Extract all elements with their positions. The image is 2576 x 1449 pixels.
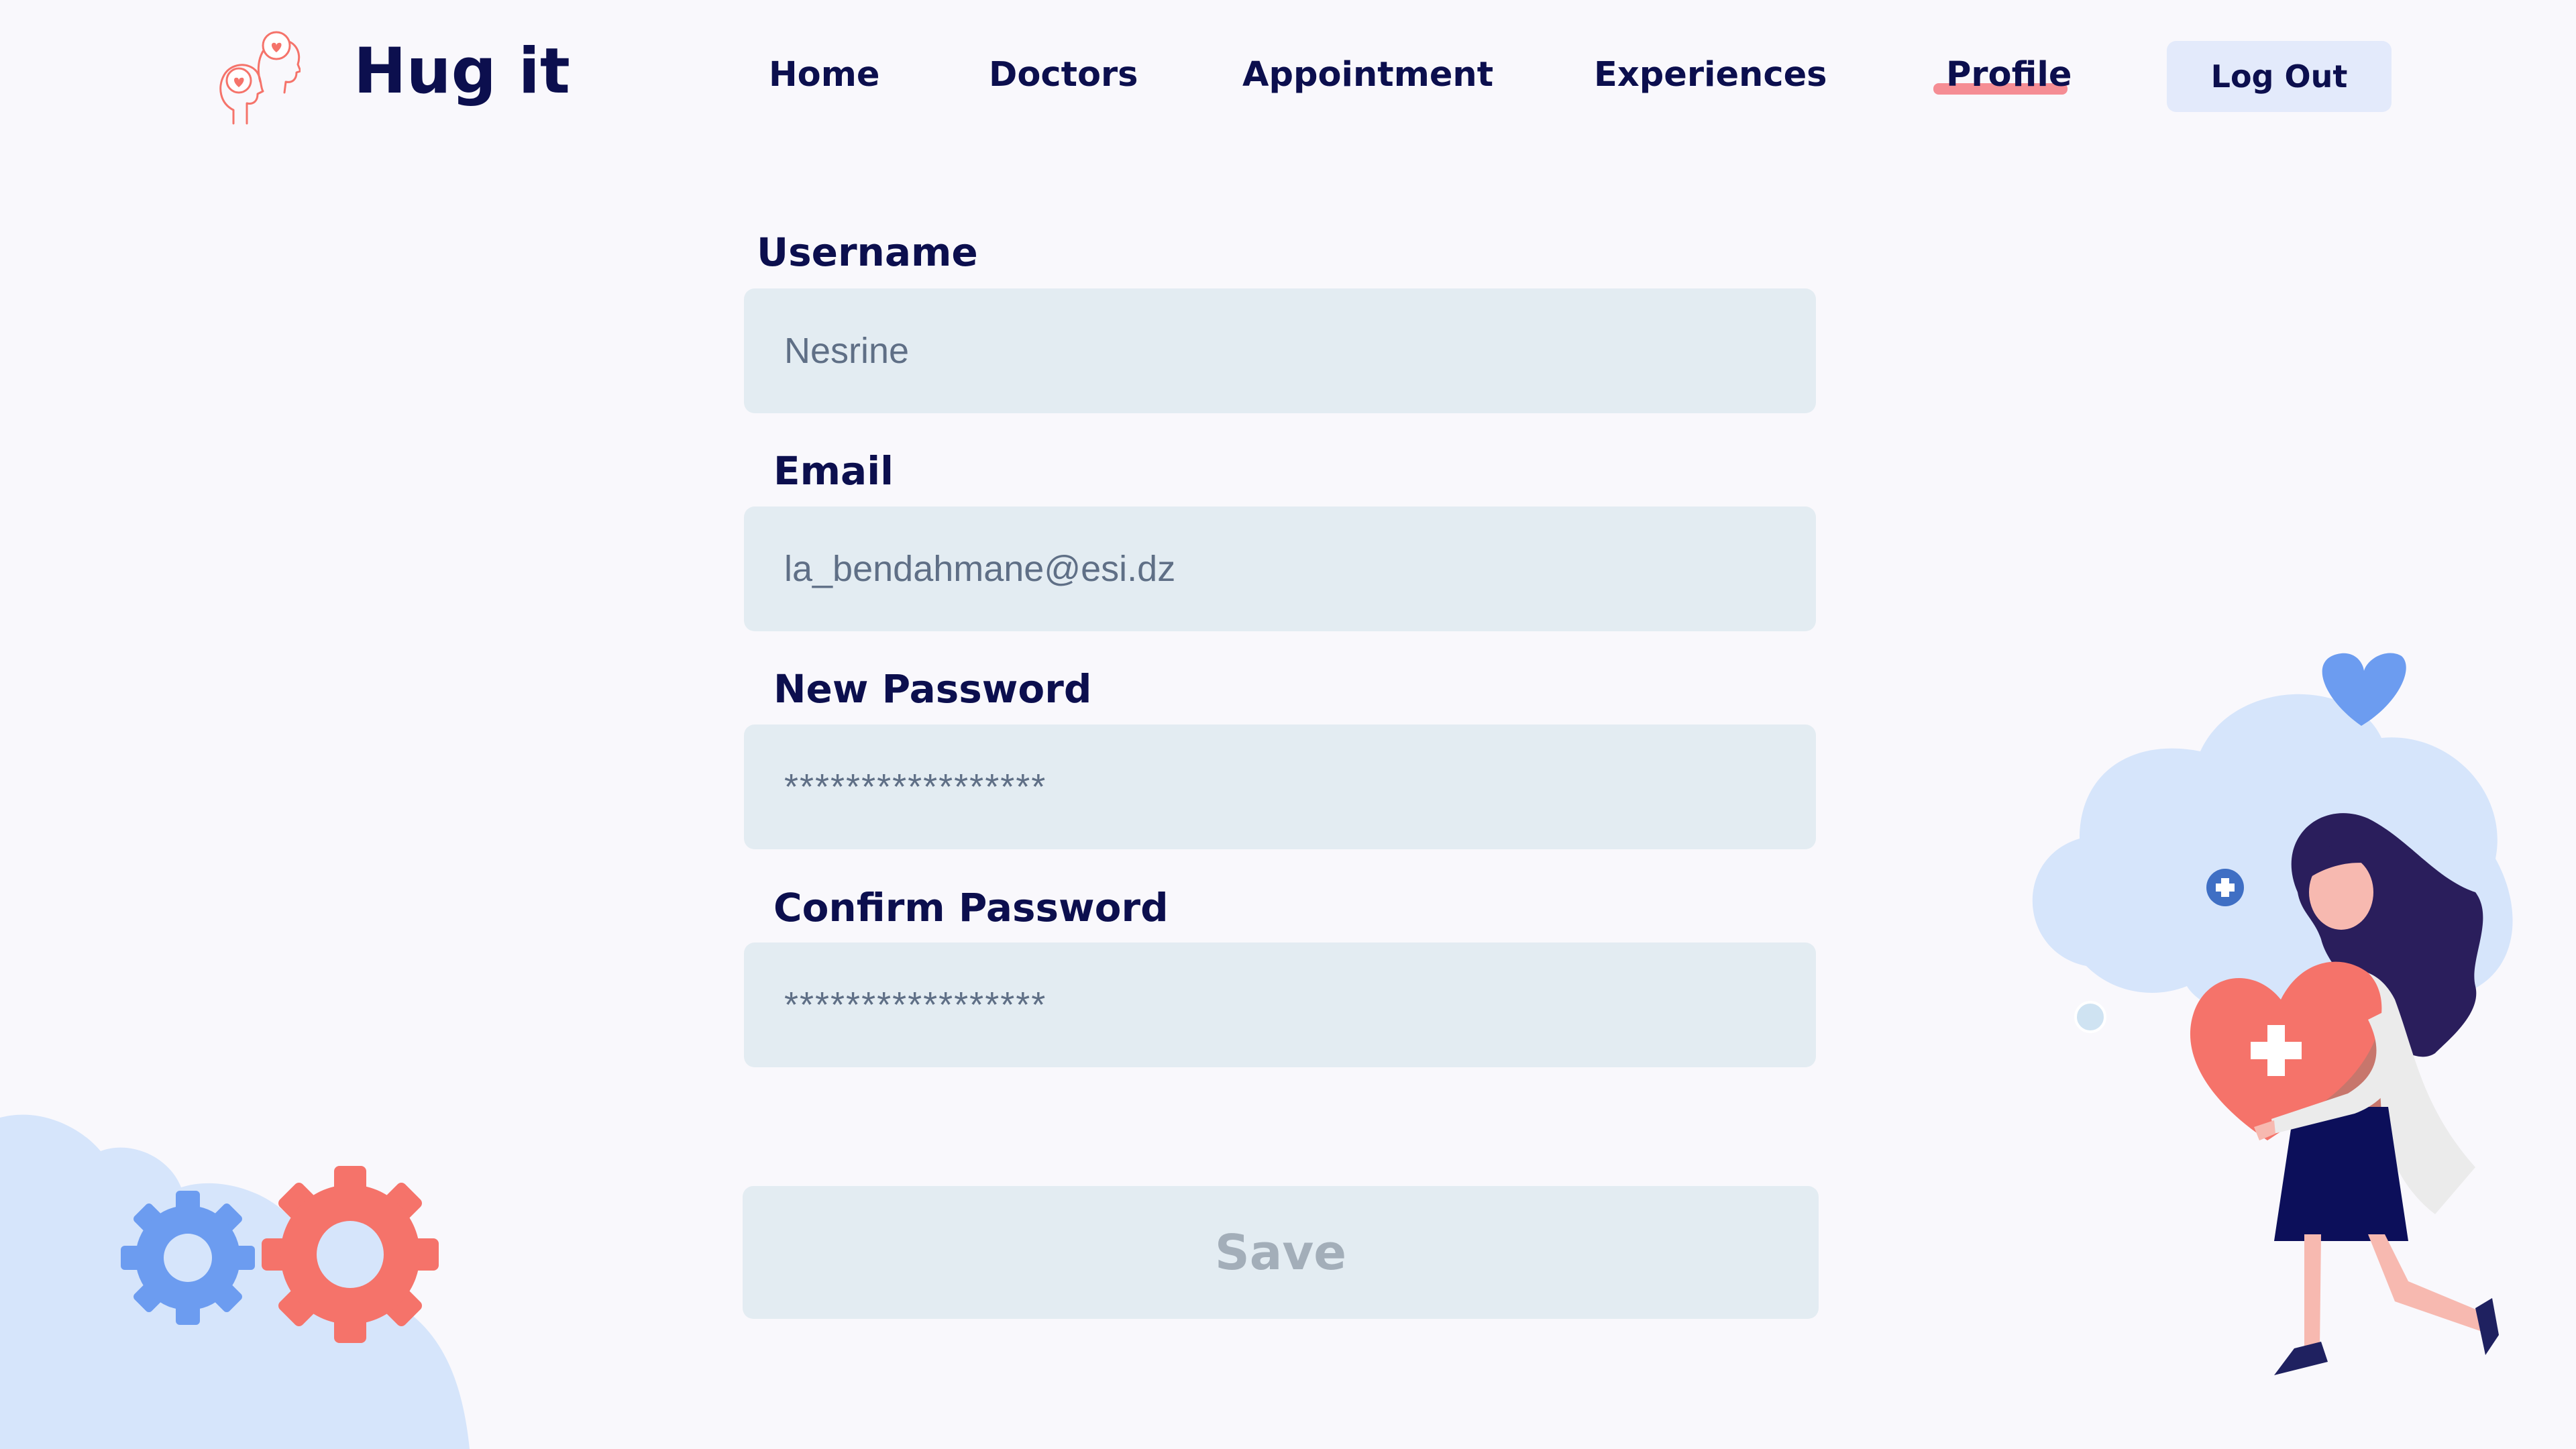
nav-appointment[interactable]: Appointment bbox=[1242, 48, 1493, 102]
confirm-password-label: Confirm Password bbox=[773, 885, 1169, 930]
confirm-password-field[interactable] bbox=[744, 943, 1816, 1067]
gears-illustration bbox=[0, 1114, 470, 1449]
nav-home[interactable]: Home bbox=[769, 48, 879, 102]
username-label: Username bbox=[757, 229, 978, 275]
email-label: Email bbox=[773, 448, 894, 494]
coral-gear-icon bbox=[262, 1166, 439, 1343]
doctor-holding-heart-illustration bbox=[2032, 653, 2513, 1375]
profile-page: Hug it Home Doctors Appointment Experien… bbox=[0, 0, 2576, 1449]
brand-title[interactable]: Hug it bbox=[354, 28, 570, 115]
flower-icon bbox=[2074, 1001, 2106, 1033]
email-field[interactable] bbox=[744, 506, 1816, 631]
plus-circle-icon bbox=[2206, 869, 2244, 906]
new-password-label: New Password bbox=[773, 666, 1092, 712]
save-button[interactable]: Save bbox=[743, 1186, 1819, 1319]
nav-profile[interactable]: Profile bbox=[1946, 48, 2072, 102]
new-password-field[interactable] bbox=[744, 724, 1816, 849]
blue-gear-icon bbox=[121, 1191, 255, 1325]
heads-with-hearts-icon[interactable] bbox=[213, 23, 301, 125]
logout-button[interactable]: Log Out bbox=[2167, 41, 2392, 112]
nav-doctors[interactable]: Doctors bbox=[989, 48, 1138, 102]
nav-experiences[interactable]: Experiences bbox=[1594, 48, 1827, 102]
username-field[interactable] bbox=[744, 288, 1816, 413]
